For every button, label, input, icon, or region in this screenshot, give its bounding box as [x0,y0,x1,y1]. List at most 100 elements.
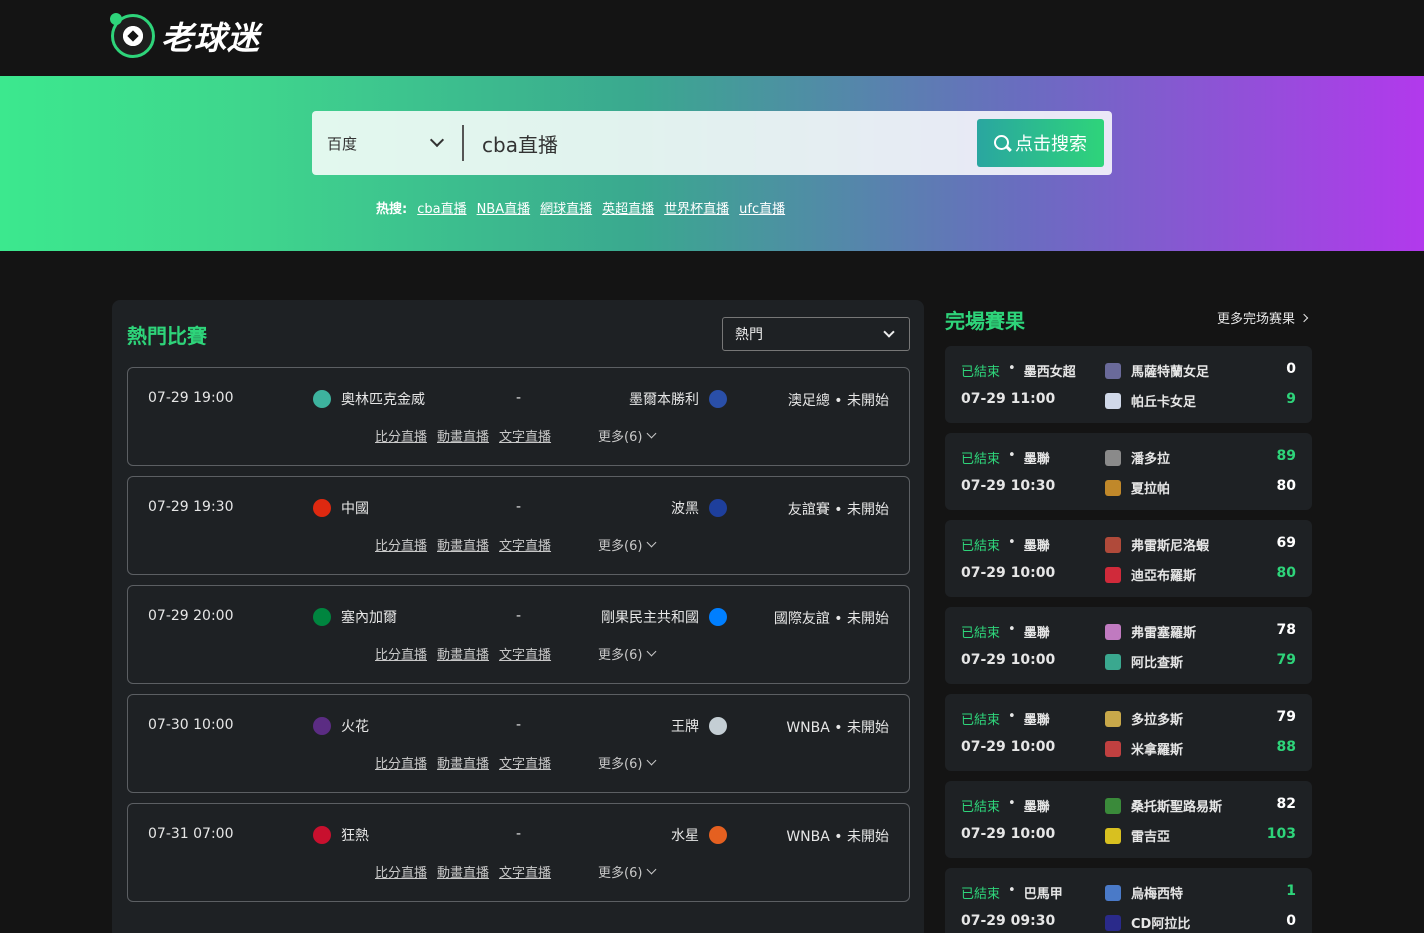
home-team[interactable]: 火花 [313,716,369,736]
search-button[interactable]: 点击搜索 [977,119,1104,167]
team-1: 弗雷塞羅斯 [1105,622,1196,641]
team-1-score: 1 [1286,883,1296,899]
league-name: 墨聯 [1023,539,1050,554]
match-card[interactable]: 07-29 20:00 塞內加爾 - 剛果民主共和國 國際友誼 • 未開始 比分… [127,585,910,684]
home-team[interactable]: 塞內加爾 [313,607,397,627]
team-logo-icon [709,717,727,735]
text-live-link[interactable]: 文字直播 [499,753,551,772]
team-1-name: 弗雷斯尼洛蝦 [1131,539,1210,554]
top-bar: 老球迷 [0,0,1424,76]
search-input[interactable] [482,111,962,175]
text-live-link[interactable]: 文字直播 [499,426,551,445]
team-logo-icon [1105,914,1121,931]
more-links-dropdown[interactable]: 更多(6) [598,535,657,554]
league-name: 墨聯 [1023,713,1050,728]
league-status: 友誼賽 • 未開始 [787,502,889,518]
hot-link[interactable]: cba直播 [417,198,466,217]
result-card[interactable]: 已結束 • 墨聯 07-29 10:00 弗雷斯尼洛蝦 迪亞布羅斯 69 80 [945,520,1312,597]
search-icon [994,134,1011,152]
team-2: CD阿拉比 [1105,913,1190,932]
animation-live-link[interactable]: 動畫直播 [437,426,489,445]
score-separator: - [516,608,522,624]
away-team-name: 王牌 [671,719,699,735]
score-live-link[interactable]: 比分直播 [375,753,427,772]
hot-searches-label: 热搜: [376,202,408,217]
away-team-name: 墨爾本勝利 [629,392,699,408]
home-team[interactable]: 中國 [313,498,369,518]
status-badge: 已結束 [961,365,1001,380]
score-live-link[interactable]: 比分直播 [375,535,427,554]
team-logo-icon [1105,362,1121,379]
team-1-name: 烏梅西特 [1131,887,1184,902]
text-live-link[interactable]: 文字直播 [499,644,551,663]
away-team[interactable]: 王牌 [671,716,727,736]
search-engine-select[interactable]: 百度 [312,111,462,175]
status-badge: 已結束 [961,539,1001,554]
team-2: 夏拉帕 [1105,478,1170,497]
away-team[interactable]: 剛果民主共和國 [601,607,727,627]
result-card[interactable]: 已結束 • 巴馬甲 07-29 09:30 烏梅西特 CD阿拉比 1 0 [945,868,1312,933]
match-card[interactable]: 07-31 07:00 狂熱 - 水星 WNBA • 未開始 比分直播 動畫直播… [127,803,910,902]
match-card[interactable]: 07-29 19:30 中國 - 波黑 友誼賽 • 未開始 比分直播 動畫直播 … [127,476,910,575]
score-live-link[interactable]: 比分直播 [375,862,427,881]
away-team-name: 波黑 [671,501,699,517]
team-1: 多拉多斯 [1105,709,1183,728]
result-card[interactable]: 已結束 • 墨聯 07-29 10:00 多拉多斯 米拿羅斯 79 88 [945,694,1312,771]
chevron-right-icon [1299,313,1309,322]
more-links-dropdown[interactable]: 更多(6) [598,644,657,663]
home-team-name: 中國 [341,501,369,517]
result-card[interactable]: 已結束 • 墨聯 07-29 10:00 弗雷塞羅斯 阿比查斯 78 79 [945,607,1312,684]
match-filter-select[interactable]: 熱門 [722,317,910,351]
more-links-dropdown[interactable]: 更多(6) [598,426,657,445]
match-time: 07-29 10:30 [961,478,1056,494]
team-1: 弗雷斯尼洛蝦 [1105,535,1209,554]
away-team[interactable]: 水星 [671,825,727,845]
result-status-row: 已結束 • 墨聯 [961,796,1050,815]
result-card[interactable]: 已結束 • 墨西女超 07-29 11:00 馬薩特蘭女足 帕丘卡女足 0 9 [945,346,1312,423]
team-2-score: 80 [1276,565,1296,581]
team-1: 桑托斯聖路易斯 [1105,796,1222,815]
home-team[interactable]: 狂熱 [313,825,369,845]
team-1-score: 82 [1276,796,1296,812]
home-team[interactable]: 奧林匹克金威 [313,389,425,409]
more-results-link[interactable]: 更多完场赛果 [1217,308,1309,327]
score-live-link[interactable]: 比分直播 [375,426,427,445]
hot-link[interactable]: 網球直播 [540,198,592,217]
match-card[interactable]: 07-30 10:00 火花 - 王牌 WNBA • 未開始 比分直播 動畫直播… [127,694,910,793]
animation-live-link[interactable]: 動畫直播 [437,644,489,663]
match-card[interactable]: 07-29 19:00 奧林匹克金威 - 墨爾本勝利 澳足總 • 未開始 比分直… [127,367,910,466]
team-1: 馬薩特蘭女足 [1105,361,1209,380]
text-live-link[interactable]: 文字直播 [499,862,551,881]
hot-link[interactable]: 英超直播 [602,198,654,217]
result-status-row: 已結束 • 墨聯 [961,448,1050,467]
animation-live-link[interactable]: 動畫直播 [437,753,489,772]
animation-live-link[interactable]: 動畫直播 [437,535,489,554]
more-label: 更多(6) [598,757,643,772]
hot-link[interactable]: NBA直播 [477,198,531,217]
more-links-dropdown[interactable]: 更多(6) [598,862,657,881]
team-2-name: 雷吉亞 [1131,830,1171,845]
animation-live-link[interactable]: 動畫直播 [437,862,489,881]
hot-link[interactable]: 世界杯直播 [664,198,729,217]
chevron-down-icon [646,864,657,875]
score-live-link[interactable]: 比分直播 [375,644,427,663]
hot-link[interactable]: ufc直播 [739,198,785,217]
team-logo-icon [313,390,331,408]
team-1: 烏梅西特 [1105,883,1183,902]
away-team[interactable]: 波黑 [671,498,727,518]
search-engine-label: 百度 [327,134,358,153]
away-team[interactable]: 墨爾本勝利 [629,389,727,409]
more-links-dropdown[interactable]: 更多(6) [598,753,657,772]
team-1-name: 桑托斯聖路易斯 [1131,800,1223,815]
team-1-score: 0 [1286,361,1296,377]
text-live-link[interactable]: 文字直播 [499,535,551,554]
home-team-name: 奧林匹克金威 [341,392,425,408]
panel-title: 熱門比賽 [127,324,207,348]
team-2: 帕丘卡女足 [1105,391,1196,410]
site-logo[interactable]: 老球迷 [110,13,260,59]
hot-matches-panel: 熱門比賽 熱門 07-29 19:00 奧林匹克金威 - 墨爾本勝利 澳足總 •… [112,300,924,933]
match-time: 07-29 19:00 [148,390,234,406]
result-card[interactable]: 已結束 • 墨聯 07-29 10:30 潘多拉 夏拉帕 89 80 [945,433,1312,510]
result-card[interactable]: 已結束 • 墨聯 07-29 10:00 桑托斯聖路易斯 雷吉亞 82 103 [945,781,1312,858]
status-badge: 已結束 [961,800,1001,815]
